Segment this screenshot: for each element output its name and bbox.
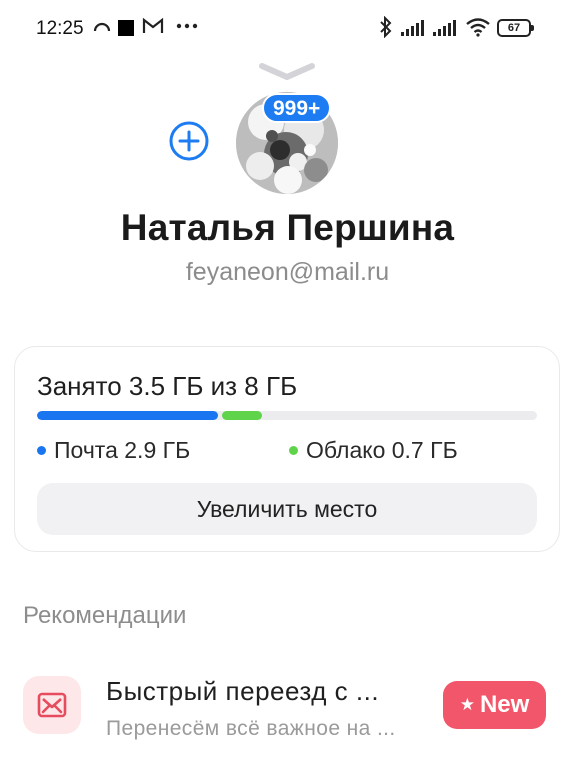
signal-icon bbox=[433, 20, 456, 36]
new-badge-label: New bbox=[479, 691, 530, 718]
status-bar: 12:25 67 bbox=[0, 0, 575, 60]
mail-usage-legend: Почта 2.9 ГБ bbox=[37, 437, 190, 464]
storage-usage-title: Занято 3.5 ГБ из 8 ГБ bbox=[37, 371, 298, 401]
gmail-icon bbox=[142, 17, 164, 33]
recommendations-title: Рекомендации bbox=[23, 602, 187, 629]
recommendation-title: Быстрый переезд с ... bbox=[106, 676, 380, 706]
cloud-dot-icon bbox=[289, 446, 298, 455]
new-badge: ★ New bbox=[443, 681, 546, 729]
unread-count-badge: 999+ bbox=[262, 93, 332, 123]
bluetooth-icon bbox=[380, 16, 392, 38]
cloud-usage-segment bbox=[222, 411, 262, 420]
recommendation-subtitle: Перенесём всё важное на ... bbox=[106, 717, 396, 740]
storage-card: Занято 3.5 ГБ из 8 ГБ Почта 2.9 ГБ Облак… bbox=[14, 346, 560, 552]
hotspot-icon bbox=[93, 22, 111, 32]
mail-move-icon bbox=[23, 676, 81, 734]
account-email: feyaneon@mail.ru bbox=[185, 258, 390, 286]
square-notification-icon bbox=[118, 20, 134, 36]
more-dots-icon bbox=[176, 23, 198, 29]
recommendation-item[interactable]: Быстрый переезд с ... Перенесём всё важн… bbox=[0, 660, 575, 760]
mail-usage-label: Почта 2.9 ГБ bbox=[54, 437, 191, 463]
signal-icon bbox=[401, 20, 424, 36]
add-account-button[interactable] bbox=[168, 120, 210, 162]
storage-progress-bar bbox=[37, 411, 537, 420]
battery-icon: 67 bbox=[497, 19, 534, 37]
cloud-usage-label: Облако 0.7 ГБ bbox=[306, 437, 458, 463]
mail-usage-segment bbox=[37, 411, 219, 420]
wifi-icon bbox=[466, 18, 490, 37]
collapse-handle-icon[interactable] bbox=[258, 62, 316, 82]
cloud-usage-legend: Облако 0.7 ГБ bbox=[289, 437, 458, 464]
mail-dot-icon bbox=[37, 446, 46, 455]
account-name: Наталья Першина bbox=[120, 207, 455, 248]
star-icon: ★ bbox=[459, 695, 475, 714]
increase-storage-button[interactable]: Увеличить место bbox=[37, 483, 537, 535]
status-time: 12:25 bbox=[36, 18, 84, 39]
